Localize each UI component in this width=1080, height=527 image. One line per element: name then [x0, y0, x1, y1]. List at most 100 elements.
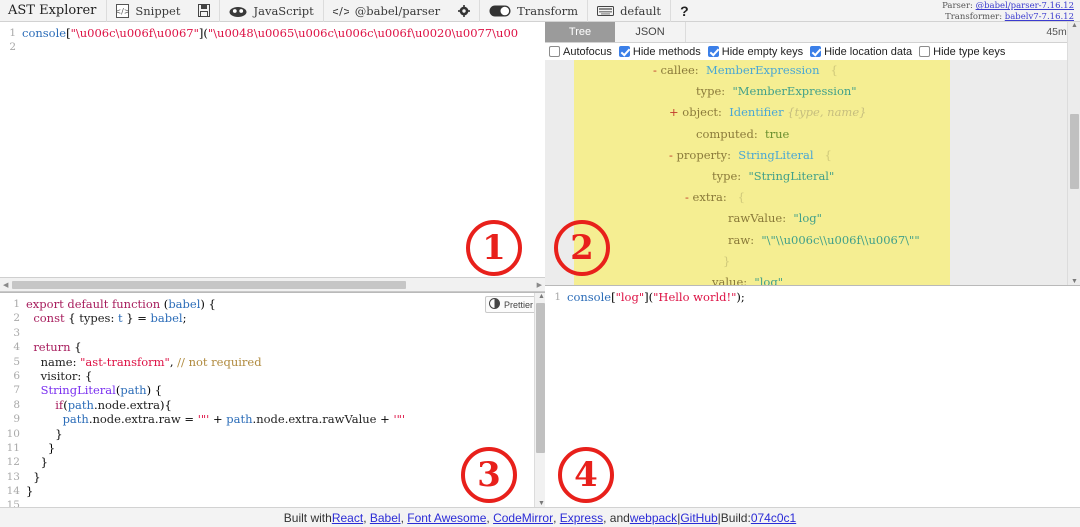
ast-option-hide-empty-keys[interactable]: Hide empty keys — [707, 46, 803, 58]
transform-scroll-thumb[interactable] — [536, 303, 545, 453]
ast-tree-line[interactable]: type: "MemberExpression" — [545, 81, 1080, 102]
ast-tree-line[interactable]: - extra: { — [545, 187, 1080, 208]
ast-scroll-down-arrow[interactable]: ▼ — [1068, 278, 1080, 285]
ast-node-type[interactable]: Identifier — [722, 105, 783, 119]
source-horizontal-scrollbar[interactable]: ◀ ▶ — [0, 278, 545, 292]
code-line: 3 — [0, 326, 545, 340]
code-line: 2 const { types: t } = babel; — [0, 311, 545, 325]
ast-tree-line[interactable]: rawValue: "log" — [545, 208, 1080, 229]
ast-option-hide-location-data[interactable]: Hide location data — [810, 46, 912, 58]
snippet-button[interactable]: </> Snippet — [107, 0, 189, 22]
ast-node-type[interactable]: MemberExpression — [699, 63, 820, 77]
output-editor[interactable]: 1 console["log"]("Hello world!"); — [545, 286, 1080, 507]
code-text: name: "ast-transform", // not required — [40, 354, 262, 369]
prettier-button[interactable]: Prettier — [484, 296, 539, 313]
ast-toggle-icon[interactable]: - — [669, 148, 677, 162]
code-text: const { types: t } = babel; — [33, 311, 187, 326]
language-button[interactable]: JavaScript — [220, 0, 322, 22]
ast-tree-line[interactable]: raw: "\"\\u006c\\u006f\\u0067\"" — [545, 230, 1080, 251]
hscroll-thumb[interactable] — [12, 281, 407, 289]
save-button[interactable] — [189, 0, 219, 22]
ast-scroll-up-arrow[interactable]: ▲ — [1068, 22, 1080, 29]
transform-scroll-up-arrow[interactable]: ▲ — [535, 293, 545, 300]
source-editor[interactable]: 1 console["\u006c\u006f\u0067"]("\u0048\u… — [0, 22, 545, 277]
ast-option-label: Hide location data — [824, 45, 913, 58]
output-panel[interactable]: 1 console["log"]("Hello world!"); — [545, 285, 1080, 507]
ast-option-hide-methods[interactable]: Hide methods — [618, 46, 701, 58]
scroll-left-arrow[interactable]: ◀ — [3, 281, 8, 289]
scroll-right-arrow[interactable]: ▶ — [537, 281, 542, 289]
checkbox-icon[interactable] — [549, 46, 560, 57]
ast-value: "log" — [747, 274, 783, 285]
tab-tree[interactable]: Tree — [545, 22, 615, 42]
hscroll-track-area[interactable] — [12, 281, 531, 289]
footer-link-fontawesome[interactable]: Font Awesome — [407, 511, 486, 525]
ast-option-autofocus[interactable]: Autofocus — [549, 46, 612, 58]
gear-icon — [458, 4, 471, 17]
help-button[interactable]: ? — [671, 0, 698, 22]
code-line: 11 } — [0, 441, 545, 455]
annotation-marker-1: 1 — [466, 220, 522, 276]
code-text: export default function (babel) { — [26, 297, 216, 311]
ast-brace: { — [726, 190, 745, 205]
keymap-button[interactable]: default — [588, 0, 670, 22]
footer-built-with: Built with — [283, 510, 332, 525]
checkbox-icon[interactable] — [810, 46, 822, 57]
ast-key: type: — [712, 168, 742, 183]
code-text: } — [26, 426, 63, 441]
line-number: 15 — [6, 499, 20, 507]
footer-build-hash[interactable]: 074c0c1 — [751, 511, 796, 525]
ast-tree-line[interactable]: + object: Identifier {type, name} — [545, 102, 1080, 123]
ast-toggle-icon[interactable]: + — [669, 105, 682, 119]
tab-bar-spacer — [685, 22, 1046, 42]
ast-brace: { — [819, 63, 838, 77]
parser-version-link[interactable]: @babel/parser-7.16.12 — [976, 1, 1074, 11]
ast-value: "log" — [786, 211, 822, 226]
footer-link-babel[interactable]: Babel — [370, 511, 401, 525]
ast-toggle-icon[interactable]: - — [685, 190, 693, 204]
annotation-1-label: 1 — [482, 228, 506, 268]
ast-tree-line[interactable]: value: "log" — [545, 272, 1080, 285]
checkbox-icon[interactable] — [618, 46, 630, 57]
app-title: AST Explorer — [8, 3, 97, 18]
code-text: StringLiteral(path) { — [40, 383, 163, 398]
transform-vertical-scrollbar[interactable]: ▲ ▼ — [534, 293, 545, 507]
ast-tree-line[interactable]: } — [545, 251, 1080, 272]
ast-tree-line[interactable]: - property: StringLiteral { — [545, 145, 1080, 166]
ast-tree-line[interactable]: - callee: MemberExpression { — [545, 60, 1080, 81]
ast-toggle-icon[interactable]: - — [653, 63, 661, 77]
code-line: 15 — [0, 498, 545, 507]
ast-key: rawValue: — [728, 211, 787, 226]
ast-vertical-scrollbar[interactable]: ▲ ▼ — [1067, 22, 1080, 285]
line-number: 10 — [6, 427, 20, 440]
checkbox-icon[interactable] — [707, 46, 719, 57]
ast-value: "\"\\u006c\\u006f\\u0067\"" — [754, 232, 920, 247]
footer-link-codemirror[interactable]: CodeMirror — [493, 511, 553, 525]
parser-button[interactable]: </> @babel/parser — [324, 0, 449, 22]
ast-scroll-thumb[interactable] — [1070, 114, 1079, 189]
question-icon: ? — [680, 2, 689, 19]
ast-tree-body[interactable]: - callee: MemberExpression {type: "Membe… — [545, 60, 1080, 285]
transform-toggle[interactable]: Transform — [480, 0, 587, 22]
ast-option-hide-type-keys[interactable]: Hide type keys — [919, 46, 1005, 58]
svg-text:</>: </> — [333, 5, 349, 17]
transform-scroll-down-arrow[interactable]: ▼ — [535, 500, 545, 507]
source-code-editor-pane[interactable]: 1 console["\u006c\u006f\u0067"]("\u0048\u… — [0, 22, 545, 278]
tab-json[interactable]: JSON — [615, 22, 685, 42]
ast-tree-line[interactable]: type: "StringLiteral" — [545, 166, 1080, 187]
checkbox-icon[interactable] — [919, 46, 931, 57]
footer-link-react[interactable]: React — [332, 511, 363, 525]
line-number: 4 — [13, 341, 20, 354]
ast-node-type[interactable]: StringLiteral — [731, 148, 813, 162]
annotation-2-label: 2 — [570, 228, 594, 268]
footer-link-express[interactable]: Express — [560, 511, 603, 525]
code-line: 1 console["log"]("Hello world!"); — [545, 290, 1080, 304]
prettier-icon — [488, 298, 500, 311]
code-text: } — [26, 484, 34, 499]
transformer-version-link[interactable]: babelv7-7.16.12 — [1005, 12, 1074, 22]
ast-tree-line[interactable]: computed: true — [545, 124, 1080, 145]
ast-key: property: — [676, 147, 731, 162]
parser-settings-button[interactable] — [449, 0, 479, 22]
footer-link-github[interactable]: GitHub — [680, 511, 717, 525]
footer-link-webpack[interactable]: webpack — [630, 511, 677, 525]
